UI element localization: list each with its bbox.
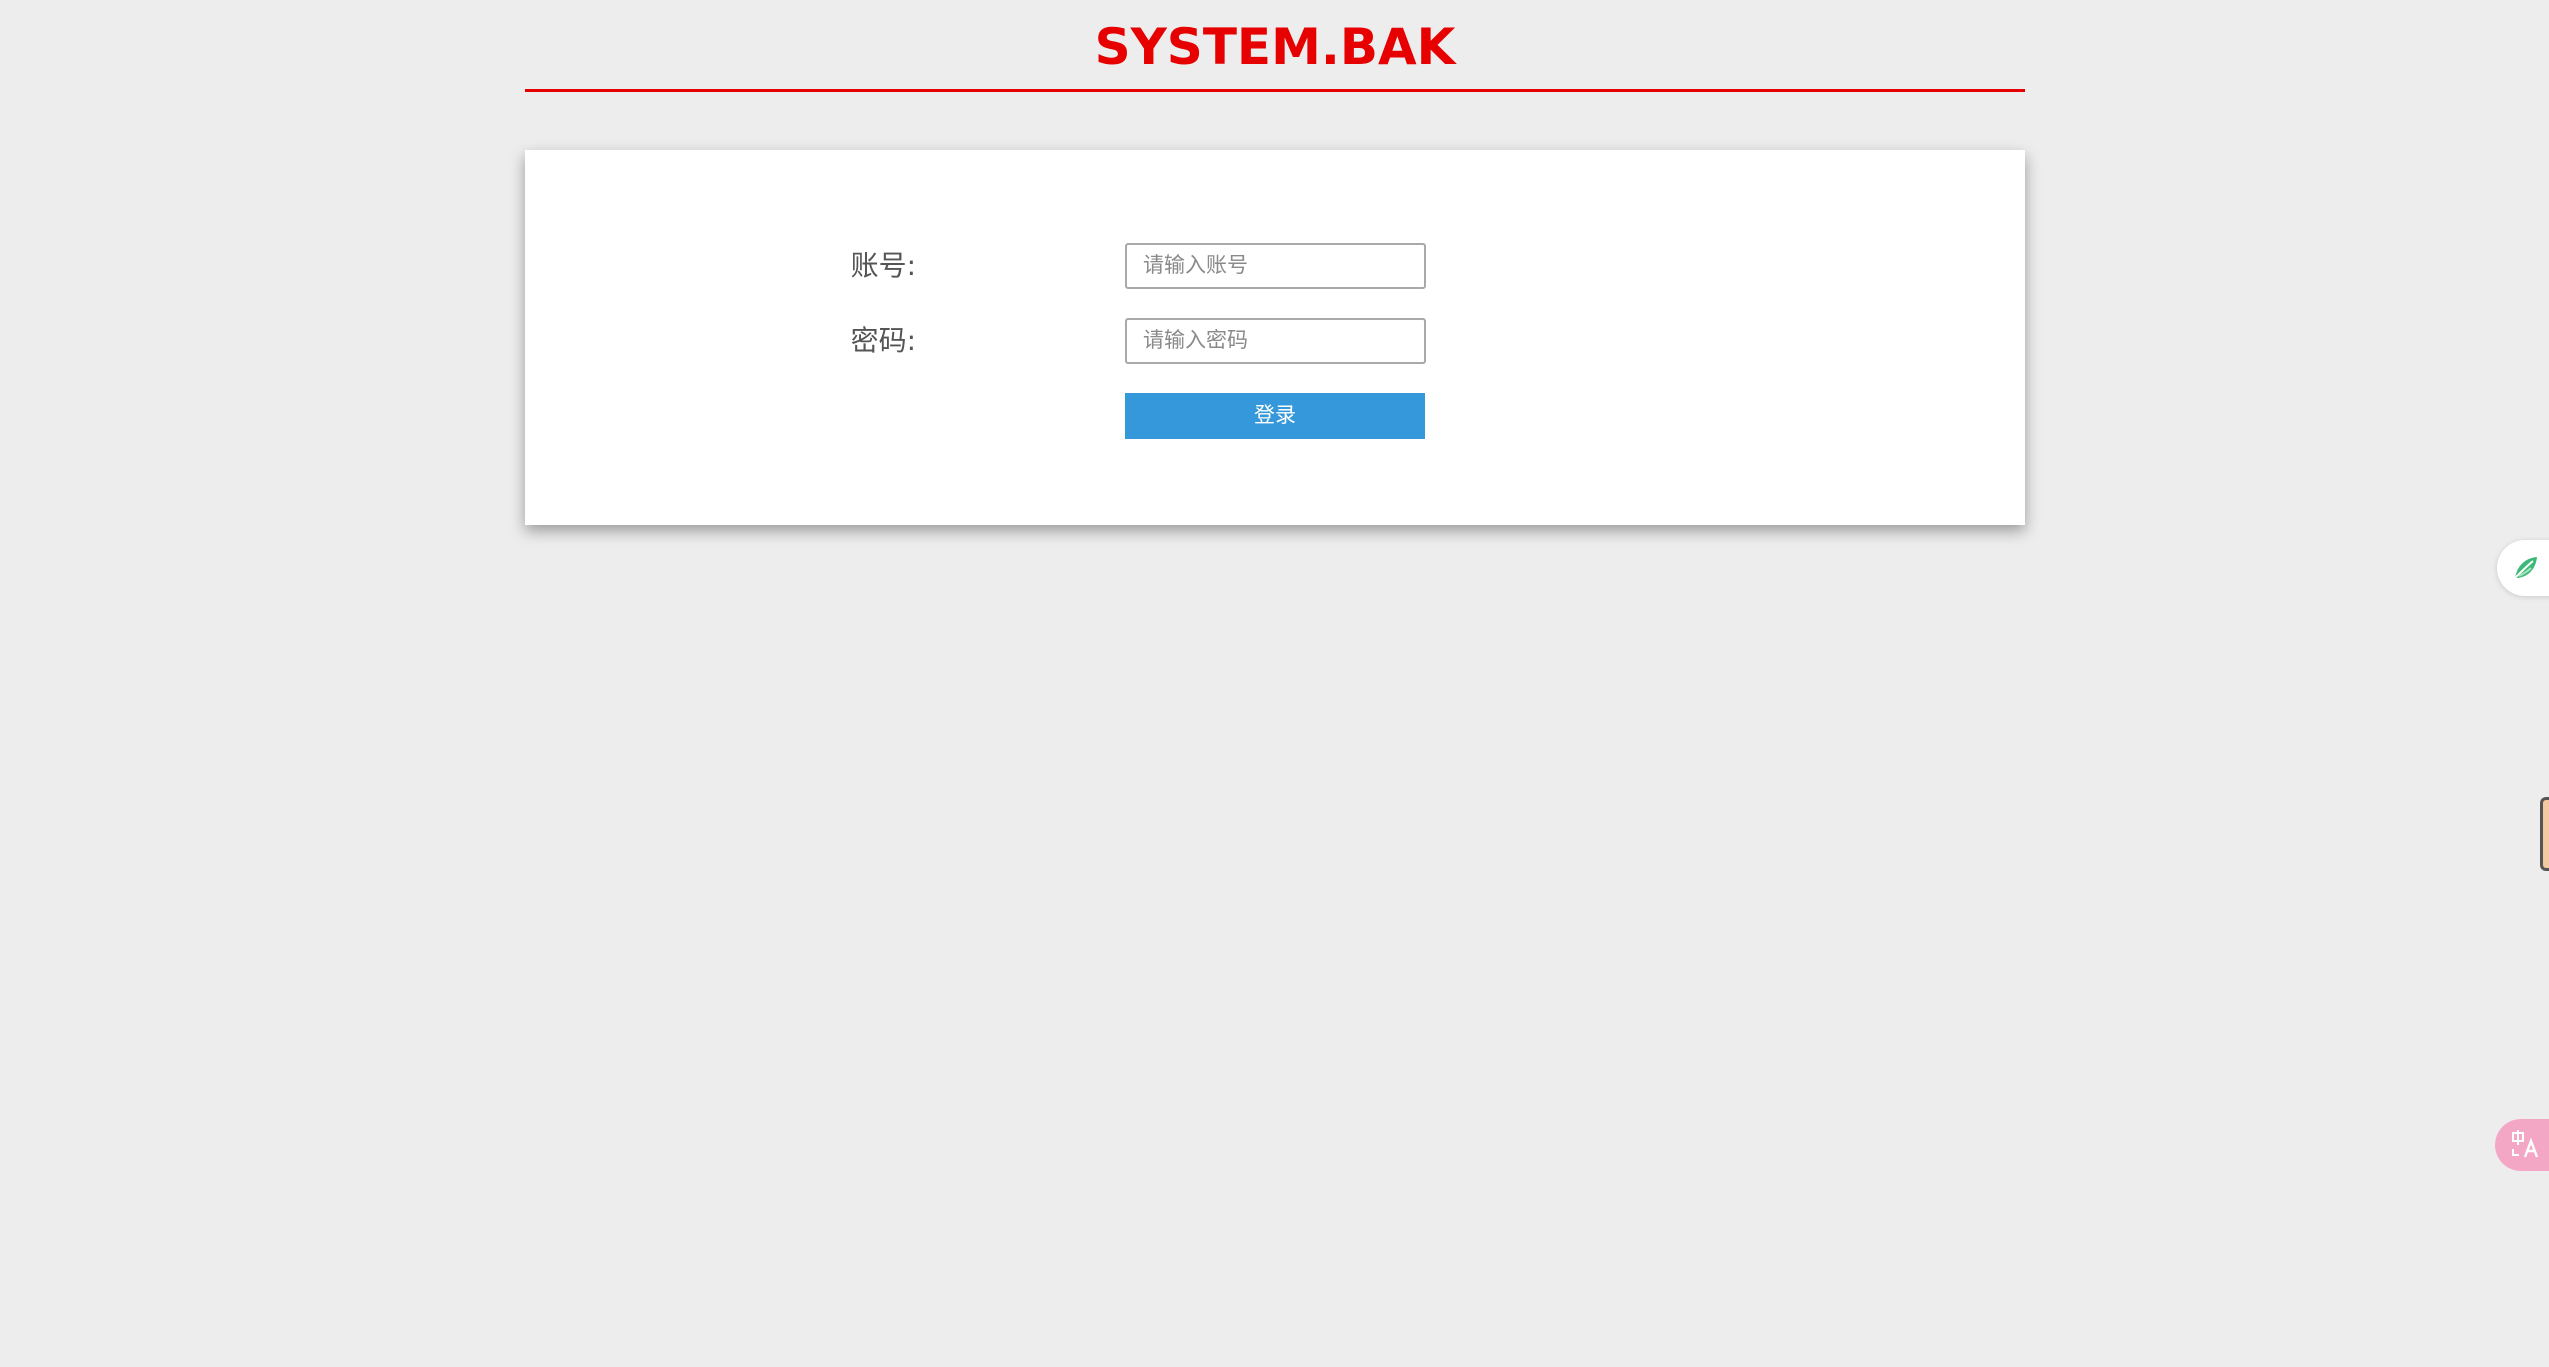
login-panel: 账号: 密码: 登录 [525, 150, 2025, 525]
floating-leaf-widget[interactable] [2497, 540, 2549, 596]
account-row: 账号: [525, 243, 2025, 289]
password-row: 密码: [525, 318, 2025, 364]
floating-translate-widget[interactable] [2495, 1119, 2549, 1171]
account-input[interactable] [1125, 243, 1426, 289]
floating-side-tab[interactable] [2540, 797, 2549, 871]
login-button[interactable]: 登录 [1125, 393, 1425, 439]
password-label: 密码: [850, 324, 916, 357]
submit-row: 登录 [525, 393, 2025, 439]
page-header: SYSTEM.BAK [525, 0, 2025, 92]
login-page: SYSTEM.BAK 账号: 密码: 登录 [0, 0, 2549, 1367]
account-label: 账号: [850, 249, 916, 282]
password-input[interactable] [1125, 318, 1426, 364]
site-title: SYSTEM.BAK [1094, 18, 1456, 76]
